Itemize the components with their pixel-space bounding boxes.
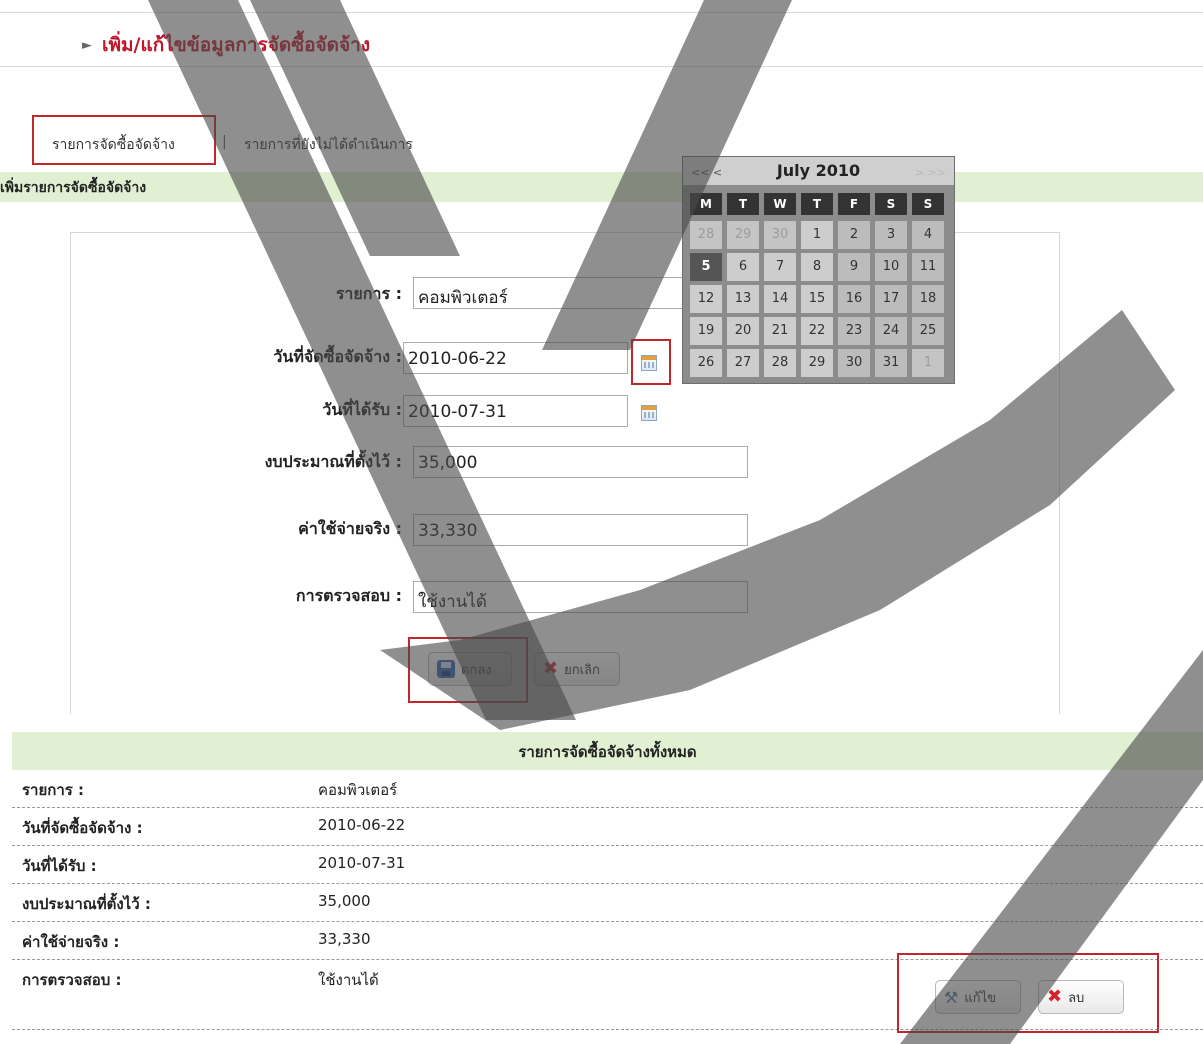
calendar-day[interactable]: 2 (838, 221, 870, 249)
calendar-day[interactable]: 13 (727, 285, 759, 313)
summary-row-label: วันที่จัดซื้อจัดจ้าง : (22, 819, 143, 837)
calendar-day[interactable]: 27 (727, 349, 759, 377)
received-date-label: วันที่ได้รับ : (322, 400, 402, 419)
calendar-icon[interactable] (641, 355, 657, 371)
calendar-day[interactable]: 14 (764, 285, 796, 313)
calendar-weekday: S (875, 193, 907, 215)
summary-row-label: การตรวจสอบ : (22, 971, 122, 989)
edit-button[interactable]: ⚒ แก้ไข (935, 980, 1021, 1014)
calendar-weekday: S (912, 193, 944, 215)
summary-row: งบประมาณที่ตั้งไว้ : 35,000 (12, 884, 1203, 922)
purchase-date-label: วันที่จัดซื้อจัดจ้าง : (273, 347, 402, 366)
summary-row-value: คอมพิวเตอร์ (318, 781, 398, 799)
calendar-day[interactable]: 21 (764, 317, 796, 345)
item-label: รายการ : (335, 284, 402, 303)
calendar-day[interactable]: 10 (875, 253, 907, 281)
summary-row: วันที่จัดซื้อจัดจ้าง : 2010-06-22 (12, 808, 1203, 846)
summary-row-value: 2010-06-22 (318, 816, 406, 834)
calendar-day[interactable]: 16 (838, 285, 870, 313)
summary-title: รายการจัดซื้อจัดจ้างทั้งหมด (12, 732, 1203, 770)
calendar-day[interactable]: 26 (690, 349, 722, 377)
calendar-day[interactable]: 30 (838, 349, 870, 377)
calendar-weekday: T (801, 193, 833, 215)
calendar-popup: << < July 2010 > >> M T W T F S S 28 29 30 1 2 3 4 5 6 7… (682, 156, 955, 384)
close-icon: ✖ (543, 658, 559, 679)
calendar-day[interactable]: 12 (690, 285, 722, 313)
calendar-next-button[interactable]: > >> (915, 166, 946, 179)
calendar-day[interactable]: 18 (912, 285, 944, 313)
close-icon: ✖ (1047, 986, 1063, 1007)
calendar-day[interactable]: 17 (875, 285, 907, 313)
save-icon (437, 660, 455, 678)
budget-input[interactable]: 35,000 (413, 446, 748, 478)
calendar-day[interactable]: 29 (727, 221, 759, 249)
calendar-day[interactable]: 5 (690, 253, 722, 281)
actual-cost-input[interactable]: 33,330 (413, 514, 748, 546)
summary-row: วันที่ได้รับ : 2010-07-31 (12, 846, 1203, 884)
summary-row-value: 33,330 (318, 930, 371, 948)
summary-row-label: รายการ : (22, 781, 85, 799)
summary-row-value: 2010-07-31 (318, 854, 406, 872)
calendar-day[interactable]: 30 (764, 221, 796, 249)
page-title: ► เพิ่ม/แก้ไขข้อมูลการจัดซื้อจัดจ้าง (82, 34, 371, 56)
summary-row-value: 35,000 (318, 892, 371, 910)
ok-button[interactable]: ตกลง (428, 652, 512, 686)
inspection-label: การตรวจสอบ : (295, 586, 402, 605)
calendar-weekday: F (838, 193, 870, 215)
calendar-day[interactable]: 8 (801, 253, 833, 281)
calendar-day[interactable]: 6 (727, 253, 759, 281)
summary-row: รายการ : คอมพิวเตอร์ (12, 770, 1203, 808)
calendar-day[interactable]: 19 (690, 317, 722, 345)
calendar-day[interactable]: 1 (801, 221, 833, 249)
budget-label: งบประมาณที่ตั้งไว้ : (264, 452, 402, 471)
calendar-weekday: T (727, 193, 759, 215)
title-rule (0, 66, 1203, 67)
calendar-weekday: M (690, 193, 722, 215)
calendar-day[interactable]: 11 (912, 253, 944, 281)
calendar-weekday: W (764, 193, 796, 215)
inspection-input[interactable]: ใช้งานได้ (413, 581, 748, 613)
calendar-icon[interactable] (641, 405, 657, 421)
calendar-day[interactable]: 23 (838, 317, 870, 345)
calendar-day[interactable]: 7 (764, 253, 796, 281)
calendar-day[interactable]: 22 (801, 317, 833, 345)
tab-pending-list[interactable]: รายการที่ยังไม่ได้ดำเนินการ (244, 134, 413, 156)
summary-row-value: ใช้งานได้ (318, 971, 379, 989)
actual-cost-label: ค่าใช้จ่ายจริง : (298, 519, 402, 538)
summary-row-label: งบประมาณที่ตั้งไว้ : (22, 895, 151, 913)
calendar-day[interactable]: 9 (838, 253, 870, 281)
delete-button[interactable]: ✖ ลบ (1038, 980, 1124, 1014)
summary-row-label: ค่าใช้จ่ายจริง : (22, 933, 120, 951)
purchase-date-input[interactable]: 2010-06-22 (403, 342, 628, 374)
tab-separator: | (222, 134, 227, 150)
calendar-day[interactable]: 31 (875, 349, 907, 377)
bullet-icon: ► (82, 38, 92, 53)
calendar-day[interactable]: 25 (912, 317, 944, 345)
top-rule (0, 12, 1203, 13)
calendar-day[interactable]: 1 (912, 349, 944, 377)
calendar-day[interactable]: 24 (875, 317, 907, 345)
tab-procurement-list[interactable]: รายการจัดซื้อจัดจ้าง (52, 134, 175, 156)
calendar-day[interactable]: 28 (690, 221, 722, 249)
calendar-day[interactable]: 4 (912, 221, 944, 249)
calendar-month-title: July 2010 (776, 161, 861, 180)
calendar-day[interactable]: 28 (764, 349, 796, 377)
summary-row-label: วันที่ได้รับ : (22, 857, 97, 875)
calendar-day[interactable]: 20 (727, 317, 759, 345)
calendar-day[interactable]: 3 (875, 221, 907, 249)
section-bar (0, 172, 1203, 202)
received-date-input[interactable]: 2010-07-31 (403, 395, 628, 427)
calendar-day[interactable]: 15 (801, 285, 833, 313)
section-title: เพิ่มรายการจัดซื้อจัดจ้าง (0, 180, 147, 196)
calendar-day[interactable]: 29 (801, 349, 833, 377)
tools-icon: ⚒ (944, 987, 959, 1007)
cancel-button[interactable]: ✖ ยกเลิก (534, 652, 620, 686)
